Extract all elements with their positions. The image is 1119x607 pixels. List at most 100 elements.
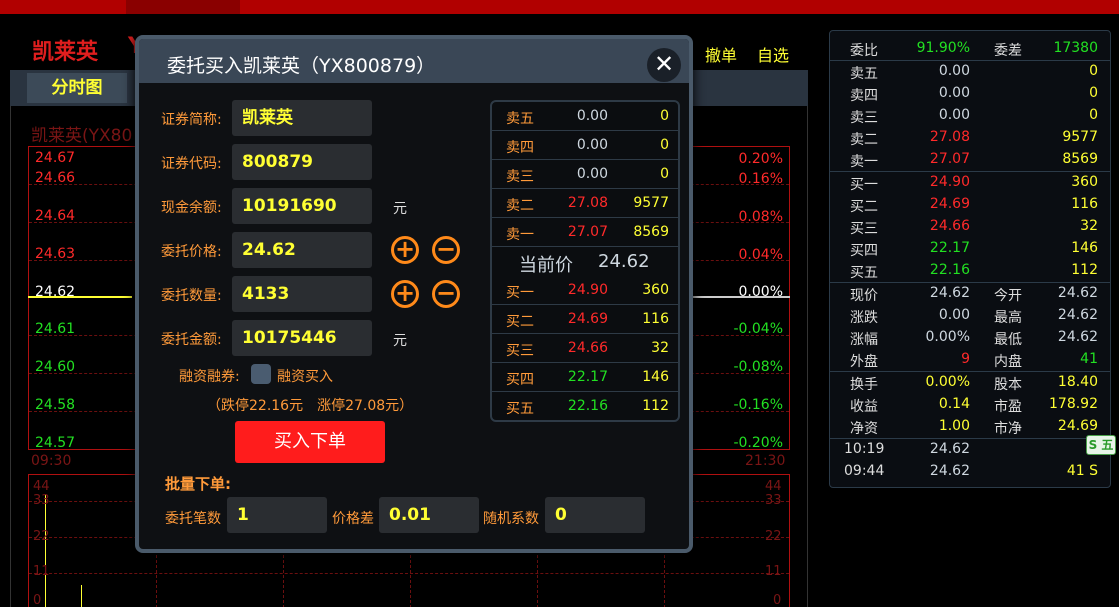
s-icon[interactable]: S 五 bbox=[1086, 435, 1116, 455]
qty-plus-button[interactable]: + bbox=[391, 280, 419, 308]
top-tab-active[interactable] bbox=[126, 0, 240, 14]
sell-row[interactable]: 卖二 27.08 9577 bbox=[830, 126, 1110, 148]
price-diff-input[interactable]: 0.01 bbox=[379, 497, 479, 533]
vol-tick: 44 bbox=[33, 479, 50, 494]
cash-unit: 元 bbox=[393, 201, 407, 217]
stat-row: 换手 0.00% 股本 18.40 bbox=[850, 374, 1098, 393]
batch-count-label: 委托笔数 bbox=[165, 511, 221, 527]
batch-title: 批量下单: bbox=[165, 475, 231, 493]
tab-intraday[interactable]: 分时图 bbox=[27, 73, 127, 103]
name-field: 凯莱英 bbox=[232, 100, 372, 136]
sell-row[interactable]: 卖三 0.00 0 bbox=[830, 104, 1110, 126]
price-tick: 24.58 bbox=[35, 397, 76, 413]
random-factor-label: 随机系数 bbox=[483, 511, 539, 527]
ob-buy-row[interactable]: 买二 24.69 116 bbox=[492, 305, 678, 334]
cancel-order-link[interactable]: 撤单 bbox=[705, 42, 737, 66]
pct-tick: 0.00% bbox=[738, 284, 783, 300]
price-minus-button[interactable]: − bbox=[432, 236, 460, 264]
trade-row: 10:1924.629 bbox=[844, 441, 1098, 457]
stock-title: 凯莱英 bbox=[32, 40, 99, 65]
qty-minus-button[interactable]: − bbox=[432, 280, 460, 308]
quote-row: 涨跌 0.00 最高 24.62 bbox=[850, 307, 1098, 326]
price-tick: 24.61 bbox=[35, 321, 76, 337]
cash-field: 10191690 bbox=[232, 188, 372, 224]
ob-sell-row[interactable]: 卖四 0.00 0 bbox=[492, 131, 678, 160]
vol-tick: 11 bbox=[33, 564, 50, 579]
pct-tick: -0.20% bbox=[733, 435, 783, 451]
pct-tick: 0.04% bbox=[738, 247, 783, 263]
random-factor-input[interactable]: 0 bbox=[545, 497, 645, 533]
vol-tick: 33 bbox=[765, 493, 782, 508]
pct-tick: -0.16% bbox=[733, 397, 783, 413]
qty-input[interactable]: 4133 bbox=[232, 276, 372, 312]
vol-tick: 22 bbox=[33, 529, 50, 544]
buy-order-dialog: 委托买入凯莱英（YX800879） ✕ 证券简称: 凯莱英 证券代码: 8008… bbox=[135, 35, 693, 553]
name-label: 证券简称: bbox=[161, 112, 222, 128]
code-field: 800879 bbox=[232, 144, 372, 180]
price-label: 委托价格: bbox=[161, 244, 222, 260]
price-tick: 24.63 bbox=[35, 246, 76, 262]
margin-buy-text: 融资买入 bbox=[277, 369, 333, 385]
price-tick: 24.66 bbox=[35, 170, 76, 186]
buy-row[interactable]: 买四 22.17 146 bbox=[830, 237, 1110, 259]
buy-row[interactable]: 买五 22.16 112 bbox=[830, 259, 1110, 281]
buy-row[interactable]: 买二 24.69 116 bbox=[830, 193, 1110, 215]
dialog-header: 委托买入凯莱英（YX800879） ✕ bbox=[139, 39, 689, 83]
vol-tick: 11 bbox=[765, 564, 782, 579]
price-diff-label: 价格差 bbox=[332, 511, 374, 527]
amount-label: 委托金额: bbox=[161, 332, 222, 348]
buy-row[interactable]: 买一 24.90 360 bbox=[830, 171, 1110, 193]
pct-tick: 0.16% bbox=[738, 171, 783, 187]
close-icon[interactable]: ✕ bbox=[647, 48, 681, 82]
price-plus-button[interactable]: + bbox=[391, 236, 419, 264]
batch-count-input[interactable]: 1 bbox=[227, 497, 327, 533]
code-label: 证券代码: bbox=[161, 156, 222, 172]
vol-tick: 44 bbox=[765, 479, 782, 494]
ob-current-price: 当前价 24.62 bbox=[492, 247, 678, 277]
price-tick: 24.60 bbox=[35, 359, 76, 375]
vol-tick: 22 bbox=[765, 529, 782, 544]
price-tick: 24.62 bbox=[35, 284, 76, 300]
qty-label: 委托数量: bbox=[161, 288, 222, 304]
dialog-title: 委托买入凯莱英（YX800879） bbox=[167, 55, 436, 77]
vol-tick: 33 bbox=[33, 493, 50, 508]
ob-sell-row[interactable]: 卖三 0.00 0 bbox=[492, 160, 678, 189]
amount-field: 10175446 bbox=[232, 320, 372, 356]
price-tick: 24.57 bbox=[35, 435, 76, 451]
chart-stock-name: 凯莱英(YX80 bbox=[31, 126, 133, 146]
quote-row: 现价 24.62 今开 24.62 bbox=[850, 285, 1098, 304]
vol-tick: 0 bbox=[33, 593, 42, 607]
stat-row: 净资 1.00 市净 24.69 bbox=[850, 418, 1098, 437]
price-tick: 24.67 bbox=[35, 150, 76, 166]
trade-row: 09:44 24.62 41 S bbox=[844, 463, 1098, 479]
sell-row[interactable]: 卖五 0.00 0 bbox=[830, 60, 1110, 82]
pct-tick: -0.04% bbox=[733, 321, 783, 337]
quote-panel: 委比 91.90% 委差 17380 卖五 0.00 0 卖四 0.00 0 卖三 0.0… bbox=[829, 30, 1111, 488]
quote-row: 涨幅 0.00% 最低 24.62 bbox=[850, 329, 1098, 348]
top-tab-bar bbox=[0, 0, 1119, 14]
margin-buy-checkbox[interactable] bbox=[251, 364, 271, 384]
buy-order-button[interactable]: 买入下单 bbox=[235, 421, 385, 463]
ob-buy-row[interactable]: 买五 22.16 112 bbox=[492, 392, 678, 421]
ob-sell-row[interactable]: 卖五 0.00 0 bbox=[492, 102, 678, 131]
quote-header-row: 委比 91.90% 委差 17380 bbox=[850, 40, 1098, 59]
ob-buy-row[interactable]: 买一 24.90 360 bbox=[492, 276, 678, 305]
pct-tick: 0.08% bbox=[738, 209, 783, 225]
ob-sell-row[interactable]: 卖二 27.08 9577 bbox=[492, 189, 678, 218]
ob-buy-row[interactable]: 买四 22.17 146 bbox=[492, 363, 678, 392]
sell-row[interactable]: 卖一 27.07 8569 bbox=[830, 148, 1110, 170]
amount-unit: 元 bbox=[393, 333, 407, 349]
buy-row[interactable]: 买三 24.66 32 bbox=[830, 215, 1110, 237]
pct-tick: 0.20% bbox=[738, 151, 783, 167]
quote-row: 外盘 9 内盘 41 bbox=[850, 351, 1098, 370]
sell-row[interactable]: 卖四 0.00 0 bbox=[830, 82, 1110, 104]
vol-tick: 0 bbox=[773, 593, 782, 607]
price-tick: 24.64 bbox=[35, 208, 76, 224]
watchlist-link[interactable]: 自选 bbox=[757, 42, 789, 66]
margin-label: 融资融券: bbox=[179, 369, 240, 385]
price-input[interactable]: 24.62 bbox=[232, 232, 372, 268]
dialog-orderbook: 卖五 0.00 0 卖四 0.00 0 卖三 0.00 0 卖二 27.08 9577 卖一 27… bbox=[490, 100, 680, 422]
ob-buy-row[interactable]: 买三 24.66 32 bbox=[492, 334, 678, 363]
current-price-value: 24.62 bbox=[598, 251, 650, 272]
ob-sell-row[interactable]: 卖一 27.07 8569 bbox=[492, 218, 678, 247]
